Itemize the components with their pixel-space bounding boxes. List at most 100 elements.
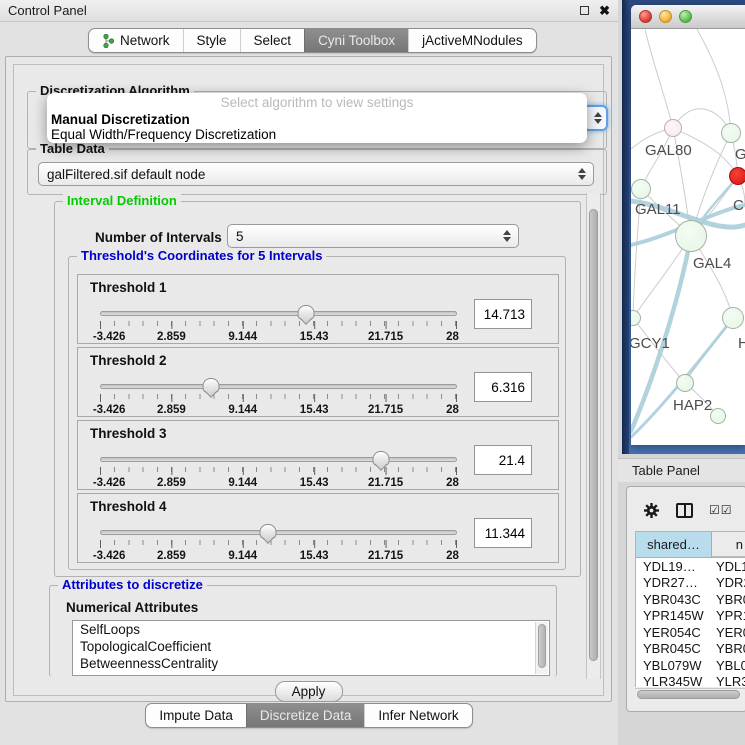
table-panel-title: Table Panel — [632, 463, 700, 478]
control-panel-titlebar: Control Panel ✖ — [0, 0, 618, 22]
minimize-traffic-light-icon[interactable] — [659, 10, 672, 23]
threshold-3-value-field[interactable]: 21.4 — [474, 445, 532, 475]
numerical-attributes-list: SelfLoops TopologicalCoefficient Between… — [72, 620, 550, 676]
node-hap2[interactable] — [676, 374, 694, 392]
tab-impute-data[interactable]: Impute Data — [146, 704, 246, 727]
node-label-h-clipped: H — [738, 335, 745, 352]
threshold-4-label: Threshold 4 — [90, 499, 167, 514]
node-gal11[interactable] — [631, 179, 651, 199]
threshold-1-slider-track[interactable] — [100, 311, 457, 316]
tab-cyni-toolbox[interactable]: Cyni Toolbox — [304, 29, 408, 52]
threshold-2-value-field[interactable]: 6.316 — [474, 372, 532, 402]
node-label-ga-clipped: GA — [735, 146, 745, 163]
threshold-4-value-field[interactable]: 11.344 — [474, 518, 532, 548]
threshold-4-slider-track[interactable] — [100, 530, 457, 535]
column-checkboxes-icon[interactable]: ☑☑ — [709, 503, 733, 517]
node-label-gal4: GAL4 — [693, 255, 731, 272]
table-row[interactable]: YDR27…YDR2 — [636, 575, 745, 592]
apply-button[interactable]: Apply — [275, 681, 343, 702]
table-row[interactable]: YBR045CYBR0 — [636, 641, 745, 658]
threshold-3-slider: -3.426 2.859 9.144 15.43 21.715 28 — [100, 457, 457, 490]
attributes-list-scrollbar[interactable] — [535, 622, 548, 674]
node-gal80[interactable] — [664, 119, 682, 137]
threshold-2-slider-track[interactable] — [100, 384, 457, 389]
table-row[interactable]: YLR345WYLR3 — [636, 674, 745, 688]
table-data-combo-value: galFiltered.sif default node — [47, 167, 205, 182]
attributes-group-label: Attributes to discretize — [58, 577, 207, 592]
top-tab-bar: Network Style Select Cyni Toolbox jActiv… — [88, 28, 537, 53]
main-vertical-scrollbar[interactable] — [586, 193, 601, 679]
thresholds-group-label: Threshold's Coordinates for 5 Intervals — [77, 248, 326, 263]
network-canvas[interactable]: GAL80 GA GAL11 C GAL4 GCY1 H HAP2 — [631, 29, 745, 444]
table-panel-window: ☑☑ shared… n YDL19…YDL1 YDR27…YDR2 YBR04… — [626, 486, 745, 712]
bottom-tab-bar: Impute Data Discretize Data Infer Networ… — [0, 703, 618, 728]
threshold-2-slider-thumb[interactable] — [203, 378, 220, 393]
threshold-3-slider-thumb[interactable] — [373, 451, 390, 466]
threshold-1-slider-thumb[interactable] — [297, 305, 314, 320]
right-panel: GAL80 GA GAL11 C GAL4 GCY1 H HAP2 Table … — [618, 0, 745, 745]
algorithm-option-equal-width[interactable]: Equal Width/Frequency Discretization — [47, 127, 587, 142]
threshold-1-slider: -3.426 2.859 9.144 15.43 21.715 28 — [100, 311, 457, 344]
tab-network-label: Network — [120, 33, 170, 48]
list-item-topologicalcoefficient[interactable]: TopologicalCoefficient — [73, 638, 549, 655]
screenshot-root: Control Panel ✖ Network Style — [0, 0, 745, 745]
table-panel-toolbar: ☑☑ — [633, 493, 744, 527]
close-window-icon[interactable]: ✖ — [599, 4, 610, 17]
threshold-4-slider: -3.426 2.859 9.144 15.43 21.715 28 — [100, 530, 457, 563]
table-row[interactable]: YPR145WYPR1 — [636, 608, 745, 625]
algorithm-option-manual[interactable]: Manual Discretization — [47, 112, 587, 127]
tab-discretize-data[interactable]: Discretize Data — [246, 704, 365, 727]
column-header-shared-name[interactable]: shared… — [636, 532, 712, 557]
node-top-right[interactable] — [721, 123, 741, 143]
table-horizontal-scrollbar[interactable] — [635, 688, 745, 700]
node-gal4[interactable] — [675, 220, 707, 252]
table-data-group: Table Data galFiltered.sif default node — [27, 149, 607, 195]
tab-infer-network[interactable]: Infer Network — [364, 704, 471, 727]
gear-icon[interactable] — [643, 502, 660, 519]
table-data-combobox[interactable]: galFiltered.sif default node — [38, 162, 594, 186]
tab-jactivemnodules[interactable]: jActiveMNodules — [408, 29, 536, 52]
split-columns-icon[interactable] — [676, 503, 693, 518]
threshold-1-panel: Threshold 1 -3.426 2.859 9.144 — [77, 274, 559, 344]
interval-definition-group-label: Interval Definition — [63, 193, 181, 208]
number-of-intervals-combobox[interactable]: 5 — [227, 224, 519, 248]
threshold-3-label: Threshold 3 — [90, 426, 167, 441]
table-row[interactable]: YER054CYER0 — [636, 624, 745, 641]
table-row[interactable]: YDL19…YDL1 — [636, 558, 745, 575]
network-window-titlebar — [631, 5, 745, 29]
thresholds-group: Threshold's Coordinates for 5 Intervals … — [68, 256, 566, 570]
threshold-3-panel: Threshold 3 -3.426 2.859 9.144 — [77, 420, 559, 490]
network-tree-icon — [102, 34, 115, 48]
node-label-gal11: GAL11 — [635, 201, 681, 218]
main-vertical-scrollbar-thumb[interactable] — [589, 209, 598, 661]
threshold-1-value-field[interactable]: 14.713 — [474, 299, 532, 329]
control-panel-window: Control Panel ✖ Network Style — [0, 0, 618, 745]
control-panel-title: Control Panel — [8, 3, 87, 18]
table-row[interactable]: YBR043CYBR0 — [636, 591, 745, 608]
node-label-gal80: GAL80 — [645, 142, 692, 159]
list-item-selfloops[interactable]: SelfLoops — [73, 621, 549, 638]
column-header-name[interactable]: n — [712, 532, 745, 557]
table-row[interactable]: YBL079WYBL0 — [636, 657, 745, 674]
tab-style[interactable]: Style — [183, 29, 240, 52]
threshold-2-label: Threshold 2 — [90, 353, 167, 368]
node-red-selected[interactable] — [729, 167, 745, 185]
zoom-traffic-light-icon[interactable] — [679, 10, 692, 23]
close-traffic-light-icon[interactable] — [639, 10, 652, 23]
algorithm-popup-prompt: Select algorithm to view settings — [47, 95, 587, 112]
combo-spinner-icon — [578, 163, 586, 185]
attributes-list-scrollbar-thumb[interactable] — [538, 624, 546, 668]
list-item-betweennesscentrality[interactable]: BetweennessCentrality — [73, 655, 549, 672]
attributes-group: Attributes to discretize Numerical Attri… — [49, 585, 557, 677]
node-h[interactable] — [722, 307, 744, 329]
tab-network[interactable]: Network — [89, 29, 183, 52]
interval-definition-group: Interval Definition Number of Intervals … — [54, 201, 581, 577]
float-window-icon[interactable] — [580, 6, 589, 15]
table-horizontal-scrollbar-thumb[interactable] — [637, 690, 740, 699]
table-header-row: shared… n — [636, 532, 745, 558]
tab-select[interactable]: Select — [240, 29, 305, 52]
node-bottom[interactable] — [710, 408, 726, 424]
threshold-4-slider-thumb[interactable] — [259, 524, 276, 539]
threshold-3-slider-track[interactable] — [100, 457, 457, 462]
node-label-hap2: HAP2 — [673, 397, 712, 414]
